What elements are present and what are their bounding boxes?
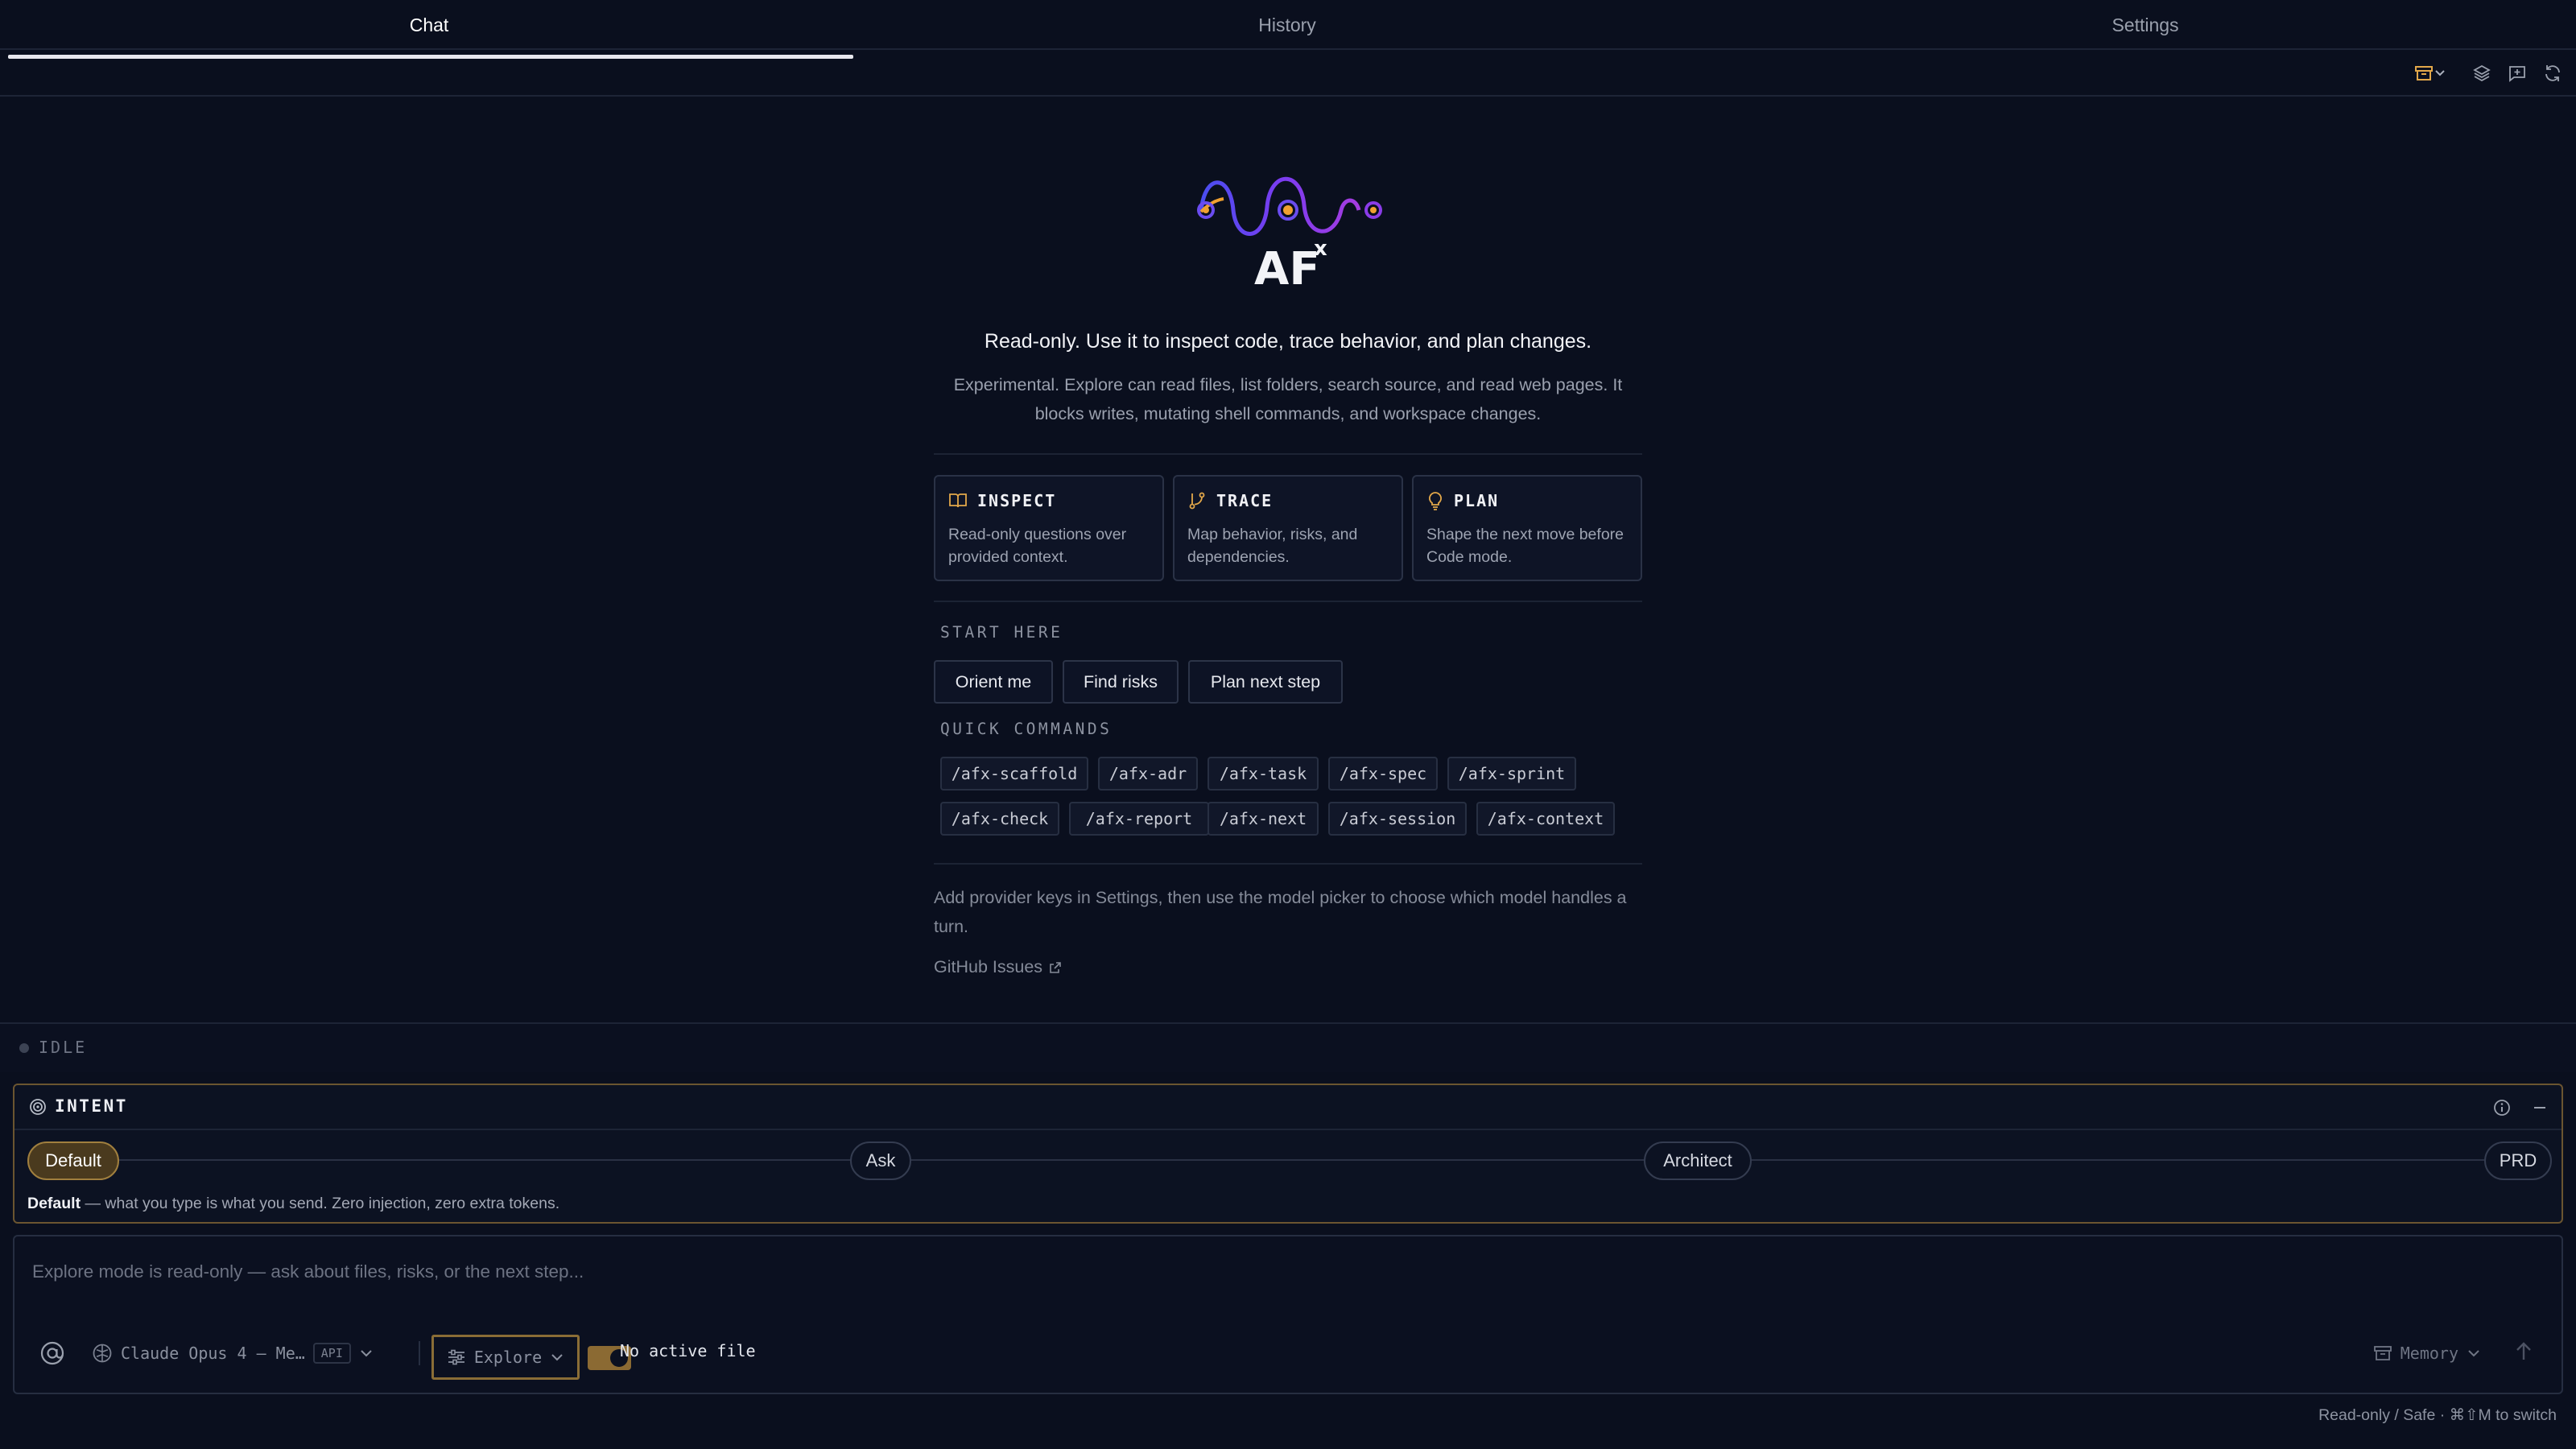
chevron-down-icon — [551, 1354, 563, 1361]
intent-header: INTENT — [14, 1085, 2562, 1130]
collapse-icon[interactable] — [2531, 1098, 2549, 1117]
logo-superscript: x — [1314, 237, 1327, 261]
find-risks-button[interactable]: Find risks — [1063, 660, 1179, 704]
sliders-icon — [448, 1349, 464, 1365]
mention-button[interactable] — [39, 1333, 66, 1373]
tab-bar: Chat History Settings — [0, 0, 2576, 50]
mode-select[interactable]: Explore — [431, 1335, 580, 1380]
card-trace[interactable]: TRACE Map behavior, risks, and dependenc… — [1173, 475, 1403, 581]
divider — [934, 601, 1642, 602]
command-afx-context[interactable]: /afx-context — [1476, 802, 1615, 836]
mode-label: Explore — [473, 1348, 543, 1367]
intent-description-name: Default — [27, 1195, 81, 1212]
tab-settings[interactable]: Settings — [1716, 0, 2574, 50]
intent-option-architect[interactable]: Architect — [1644, 1141, 1752, 1180]
command-afx-scaffold[interactable]: /afx-scaffold — [940, 757, 1088, 791]
afx-logo: AF x — [1183, 165, 1393, 295]
card-description: Map behavior, risks, and dependencies. — [1187, 526, 1358, 566]
intent-description: Default — what you type is what you send… — [27, 1195, 559, 1213]
card-title: PLAN — [1454, 491, 1500, 510]
provider-hint: Add provider keys in Settings, then use … — [934, 888, 1627, 936]
arrow-up-icon — [2516, 1342, 2531, 1360]
archive-icon — [2415, 66, 2433, 80]
send-button[interactable] — [2504, 1331, 2544, 1372]
layers-icon — [2473, 64, 2491, 82]
intent-panel: INTENT Default Ask Architect PRD Default… — [13, 1084, 2563, 1224]
composer: Claude Opus 4 – Me… API Explore Memory — [13, 1235, 2563, 1394]
git-branch-icon — [1189, 492, 1205, 510]
new-chat-icon — [2509, 66, 2525, 82]
mode-headline: Read-only. Use it to inspect code, trace… — [984, 330, 1592, 353]
intent-option-prd[interactable]: PRD — [2484, 1141, 2552, 1180]
at-sign-icon — [40, 1341, 64, 1365]
command-afx-check[interactable]: /afx-check — [940, 802, 1059, 836]
chevron-down-icon — [2435, 70, 2445, 76]
command-afx-session[interactable]: /afx-session — [1328, 802, 1467, 836]
chevron-down-icon — [2468, 1350, 2479, 1357]
command-afx-adr[interactable]: /afx-adr — [1098, 757, 1198, 791]
divider — [934, 453, 1642, 455]
command-afx-task[interactable]: /afx-task — [1208, 757, 1319, 791]
command-afx-report[interactable]: /afx-report — [1069, 802, 1209, 836]
card-description: Read-only questions over provided contex… — [948, 526, 1127, 566]
divider — [934, 863, 1642, 865]
tab-history[interactable]: History — [858, 0, 1716, 50]
brain-icon — [93, 1344, 112, 1363]
message-input[interactable] — [32, 1248, 2528, 1296]
chevron-down-icon — [361, 1350, 372, 1357]
info-icon[interactable] — [2492, 1098, 2512, 1117]
intent-option-default[interactable]: Default — [27, 1141, 119, 1180]
card-description: Shape the next move before Code mode. — [1426, 526, 1624, 566]
archive-dropdown-button[interactable] — [2410, 61, 2450, 85]
intent-slider-track — [111, 1159, 2486, 1161]
command-afx-next[interactable]: /afx-next — [1208, 802, 1319, 836]
status-text: IDLE — [39, 1038, 88, 1057]
model-name: Claude Opus 4 – Me… — [121, 1344, 305, 1363]
api-badge: API — [312, 1343, 351, 1364]
archive-icon — [2373, 1346, 2392, 1360]
active-file-label: No active file — [620, 1341, 756, 1360]
status-bar: IDLE — [0, 1022, 2576, 1072]
intent-description-text: — what you type is what you send. Zero i… — [80, 1195, 560, 1212]
card-title: TRACE — [1216, 491, 1274, 510]
card-title: INSPECT — [977, 491, 1057, 510]
card-plan[interactable]: PLAN Shape the next move before Code mod… — [1412, 475, 1642, 581]
refresh-button[interactable] — [2541, 61, 2565, 85]
active-tab-indicator — [8, 55, 853, 59]
orient-me-button[interactable]: Orient me — [934, 660, 1053, 704]
mode-footer: Read-only / Safe · ⌘⇧M to switch — [2318, 1406, 2557, 1424]
new-chat-button[interactable] — [2505, 61, 2529, 85]
external-link-icon — [1050, 961, 1061, 973]
github-issues-link[interactable]: GitHub Issues — [934, 957, 1062, 977]
toolbar-separator — [419, 1341, 420, 1365]
quick-commands-label: QUICK COMMANDS — [940, 720, 1113, 738]
memory-button[interactable]: Memory — [2373, 1333, 2481, 1373]
mode-description: Experimental. Explore can read files, li… — [953, 375, 1623, 423]
layers-button[interactable] — [2470, 61, 2494, 85]
start-here-label: START HERE — [940, 623, 1063, 642]
plan-next-step-button[interactable]: Plan next step — [1188, 660, 1343, 704]
card-inspect[interactable]: INSPECT Read-only questions over provide… — [934, 475, 1164, 581]
intent-option-ask[interactable]: Ask — [850, 1141, 911, 1180]
model-picker[interactable]: Claude Opus 4 – Me… API — [92, 1333, 374, 1373]
logo-text: AF — [1254, 243, 1320, 294]
status-dot — [19, 1043, 29, 1053]
lightbulb-icon — [1429, 492, 1442, 510]
refresh-icon — [2545, 65, 2560, 81]
target-icon — [30, 1099, 46, 1115]
memory-label: Memory — [2400, 1344, 2458, 1363]
book-icon — [949, 493, 967, 508]
command-afx-spec[interactable]: /afx-spec — [1328, 757, 1438, 791]
github-issues-label: GitHub Issues — [934, 957, 1043, 976]
command-afx-sprint[interactable]: /afx-sprint — [1447, 757, 1576, 791]
intent-title: INTENT — [55, 1096, 128, 1116]
tab-chat[interactable]: Chat — [0, 0, 858, 50]
